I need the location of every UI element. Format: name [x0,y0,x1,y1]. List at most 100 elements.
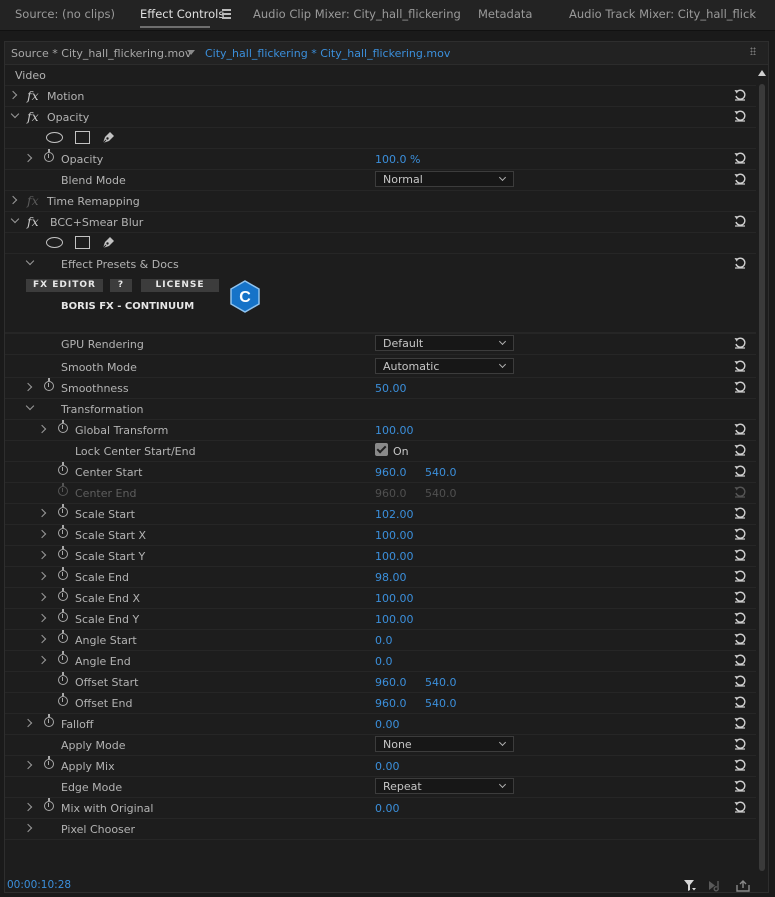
param-value[interactable]: 98.00 [375,571,407,584]
ellipse-mask-icon[interactable] [46,132,63,143]
reset-icon[interactable] [733,109,747,123]
chevron-right-icon[interactable] [37,571,47,581]
param-value-x[interactable]: 960.0 [375,697,407,710]
scroll-up-icon[interactable] [758,70,766,76]
reset-icon[interactable] [733,443,747,457]
effect-row-bcc-smear-blur[interactable]: fx BCC+Smear Blur [5,212,756,233]
reset-icon[interactable] [733,422,747,436]
chevron-down-icon[interactable] [25,256,35,266]
chevron-down-icon[interactable] [10,214,20,224]
stopwatch-icon[interactable] [58,504,68,517]
chevron-right-icon[interactable] [37,424,47,434]
chevron-right-icon[interactable] [23,718,33,728]
param-value[interactable]: 100.0 % [375,153,420,166]
param-row-offset-start[interactable]: Offset Start 960.0 540.0 [5,672,756,693]
chevron-down-icon[interactable] [10,109,20,119]
reset-icon[interactable] [733,506,747,520]
param-row-center-start[interactable]: Center Start 960.0 540.0 [5,462,756,483]
reset-icon[interactable] [733,632,747,646]
param-value[interactable]: 100.00 [375,550,414,563]
stopwatch-icon[interactable] [58,588,68,601]
param-value[interactable]: 100.00 [375,529,414,542]
param-row-scale-start-x[interactable]: Scale Start X 100.00 [5,525,756,546]
reset-icon[interactable] [733,151,747,165]
group-row-pixel-chooser[interactable]: Pixel Chooser [5,819,756,840]
reset-icon[interactable] [733,359,747,373]
param-value-x[interactable]: 960.0 [375,676,407,689]
pen-mask-icon[interactable] [100,235,116,251]
tab-effect-controls[interactable]: Effect Controls [140,7,224,21]
chevron-right-icon[interactable] [37,529,47,539]
param-row-apply-mode[interactable]: Apply Mode None [5,735,756,756]
stopwatch-icon[interactable] [58,672,68,685]
apply-mode-dropdown[interactable]: None [375,736,514,752]
lock-center-checkbox[interactable] [375,443,388,456]
param-row-blend-mode[interactable]: Blend Mode Normal [5,170,756,191]
tab-metadata[interactable]: Metadata [478,7,532,21]
current-timecode[interactable]: 00:00:10:28 [7,879,71,891]
chevron-right-icon[interactable] [23,760,33,770]
param-value[interactable]: 0.0 [375,655,393,668]
reset-icon[interactable] [733,569,747,583]
scrollbar-thumb[interactable] [759,84,765,871]
reset-icon[interactable] [733,779,747,793]
reset-icon[interactable] [733,611,747,625]
chevron-right-icon[interactable] [37,613,47,623]
reset-icon[interactable] [733,172,747,186]
stopwatch-icon[interactable] [44,756,54,769]
stopwatch-icon[interactable] [44,378,54,391]
license-button[interactable]: LICENSE [141,279,219,292]
filter-icon[interactable] [683,879,697,892]
param-row-scale-end[interactable]: Scale End 98.00 [5,567,756,588]
stopwatch-icon[interactable] [58,693,68,706]
reset-icon[interactable] [733,380,747,394]
chevron-right-icon[interactable] [37,655,47,665]
param-value[interactable]: 100.00 [375,424,414,437]
param-row-apply-mix[interactable]: Apply Mix 0.00 [5,756,756,777]
stopwatch-icon[interactable] [58,630,68,643]
help-button[interactable]: ? [110,279,132,292]
stopwatch-icon[interactable] [58,420,68,433]
chevron-right-icon[interactable] [37,550,47,560]
reset-icon[interactable] [733,758,747,772]
stopwatch-icon[interactable] [58,525,68,538]
reset-icon[interactable] [733,548,747,562]
reset-icon[interactable] [733,88,747,102]
reset-icon[interactable] [733,674,747,688]
chevron-right-icon[interactable] [8,90,18,100]
sequence-clip-label[interactable]: City_hall_flickering * City_hall_flicker… [205,47,450,60]
param-value[interactable]: 100.00 [375,613,414,626]
source-clip-label[interactable]: Source * City_hall_flickering.mov [11,47,191,60]
param-value[interactable]: 50.00 [375,382,407,395]
param-row-scale-end-x[interactable]: Scale End X 100.00 [5,588,756,609]
chevron-right-icon[interactable] [23,382,33,392]
param-value-y[interactable]: 540.0 [425,466,457,479]
stopwatch-icon[interactable] [58,609,68,622]
group-row-transformation[interactable]: Transformation [5,399,756,420]
chevron-down-icon[interactable] [25,401,35,411]
effect-row-time-remapping[interactable]: fx Time Remapping [5,191,756,212]
stopwatch-icon[interactable] [58,567,68,580]
reset-icon[interactable] [733,336,747,350]
tab-source[interactable]: Source: (no clips) [15,7,115,21]
reset-icon[interactable] [733,800,747,814]
fx-icon[interactable]: fx [27,214,39,229]
stopwatch-icon[interactable] [58,462,68,475]
fx-editor-button[interactable]: FX EDITOR [26,279,103,292]
clip-dropdown-icon[interactable] [187,50,195,55]
reset-icon[interactable] [733,737,747,751]
param-row-falloff[interactable]: Falloff 0.00 [5,714,756,735]
stopwatch-icon[interactable] [44,149,54,162]
param-value[interactable]: 0.00 [375,760,400,773]
reset-icon[interactable] [733,695,747,709]
stopwatch-icon[interactable] [58,651,68,664]
fx-icon[interactable]: fx [27,109,39,124]
param-row-angle-start[interactable]: Angle Start 0.0 [5,630,756,651]
param-value[interactable]: 0.00 [375,802,400,815]
param-row-gpu-rendering[interactable]: GPU Rendering Default [5,333,756,355]
edge-mode-dropdown[interactable]: Repeat [375,778,514,794]
param-row-global-transform[interactable]: Global Transform 100.00 [5,420,756,441]
param-value[interactable]: 102.00 [375,508,414,521]
chevron-right-icon[interactable] [8,195,18,205]
chevron-right-icon[interactable] [37,592,47,602]
